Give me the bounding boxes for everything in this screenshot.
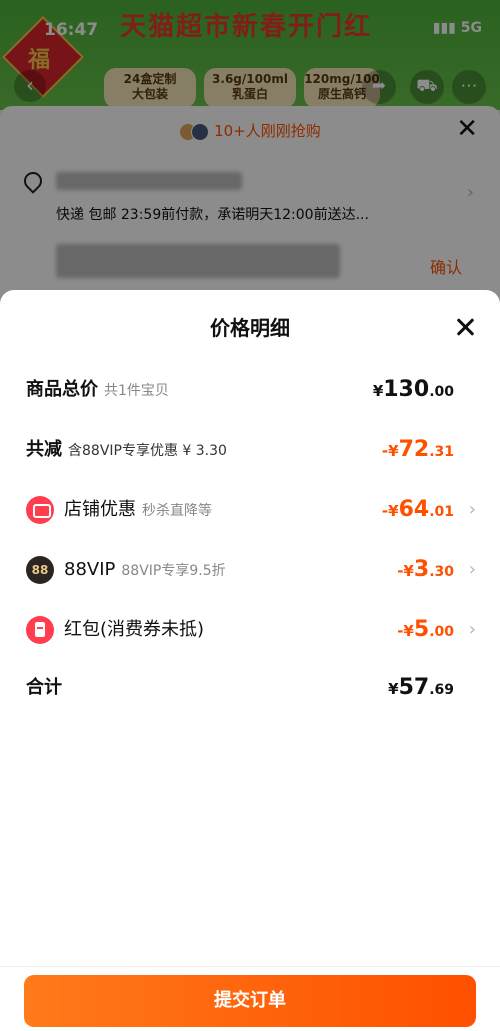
red-packet-row[interactable]: 红包(消费券未抵) -¥5.00 › [0, 610, 500, 650]
row-label: 红包(消费券未抵) [64, 619, 205, 640]
total-discount-row: 共减 含88VIP专享优惠 ¥ 3.30 -¥72.31 [0, 430, 500, 470]
row-sublabel: 秒杀直降等 [142, 503, 212, 519]
row-label: 合计 [26, 677, 62, 698]
vip-discount-amount: -¥3.30 [397, 557, 454, 582]
row-label: 88VIP [64, 559, 116, 580]
goods-total-row: 商品总价 共1件宝贝 ¥130.00 [0, 370, 500, 410]
submit-order-button[interactable]: 提交订单 [24, 975, 476, 1027]
red-packet-icon [26, 616, 54, 644]
grand-total-row: 合计 ¥57.69 [0, 668, 500, 708]
store-discount-row[interactable]: 店铺优惠 秒杀直降等 -¥64.01 › [0, 490, 500, 530]
row-label: 共减 [26, 439, 62, 460]
row-label: 商品总价 [26, 379, 98, 400]
chevron-right-icon: › [468, 499, 476, 520]
grand-total-amount: ¥57.69 [388, 675, 454, 700]
store-discount-amount: -¥64.01 [381, 497, 454, 522]
row-sublabel: 共1件宝贝 [104, 383, 169, 399]
sheet-title: 价格明细 [210, 316, 290, 340]
row-label: 店铺优惠 [64, 499, 136, 520]
store-icon [26, 496, 54, 524]
price-detail-sheet: 价格明细 商品总价 共1件宝贝 ¥130.00 共减 含88VIP专享优惠 ¥ 3.… [0, 290, 500, 1031]
goods-total-amount: ¥130.00 [372, 377, 454, 402]
close-icon[interactable] [454, 316, 476, 338]
vip-88-icon: 88 [26, 556, 54, 584]
total-discount-amount: -¥72.31 [381, 437, 454, 462]
row-sublabel: 含88VIP专享优惠 ¥ 3.30 [68, 443, 227, 459]
chevron-right-icon: › [468, 559, 476, 580]
chevron-right-icon: › [468, 619, 476, 640]
red-packet-amount: -¥5.00 [397, 617, 454, 642]
vip-discount-row[interactable]: 88 88VIP 88VIP专享9.5折 -¥3.30 › [0, 550, 500, 590]
row-sublabel: 88VIP专享9.5折 [121, 563, 226, 579]
footer-divider [0, 966, 500, 967]
